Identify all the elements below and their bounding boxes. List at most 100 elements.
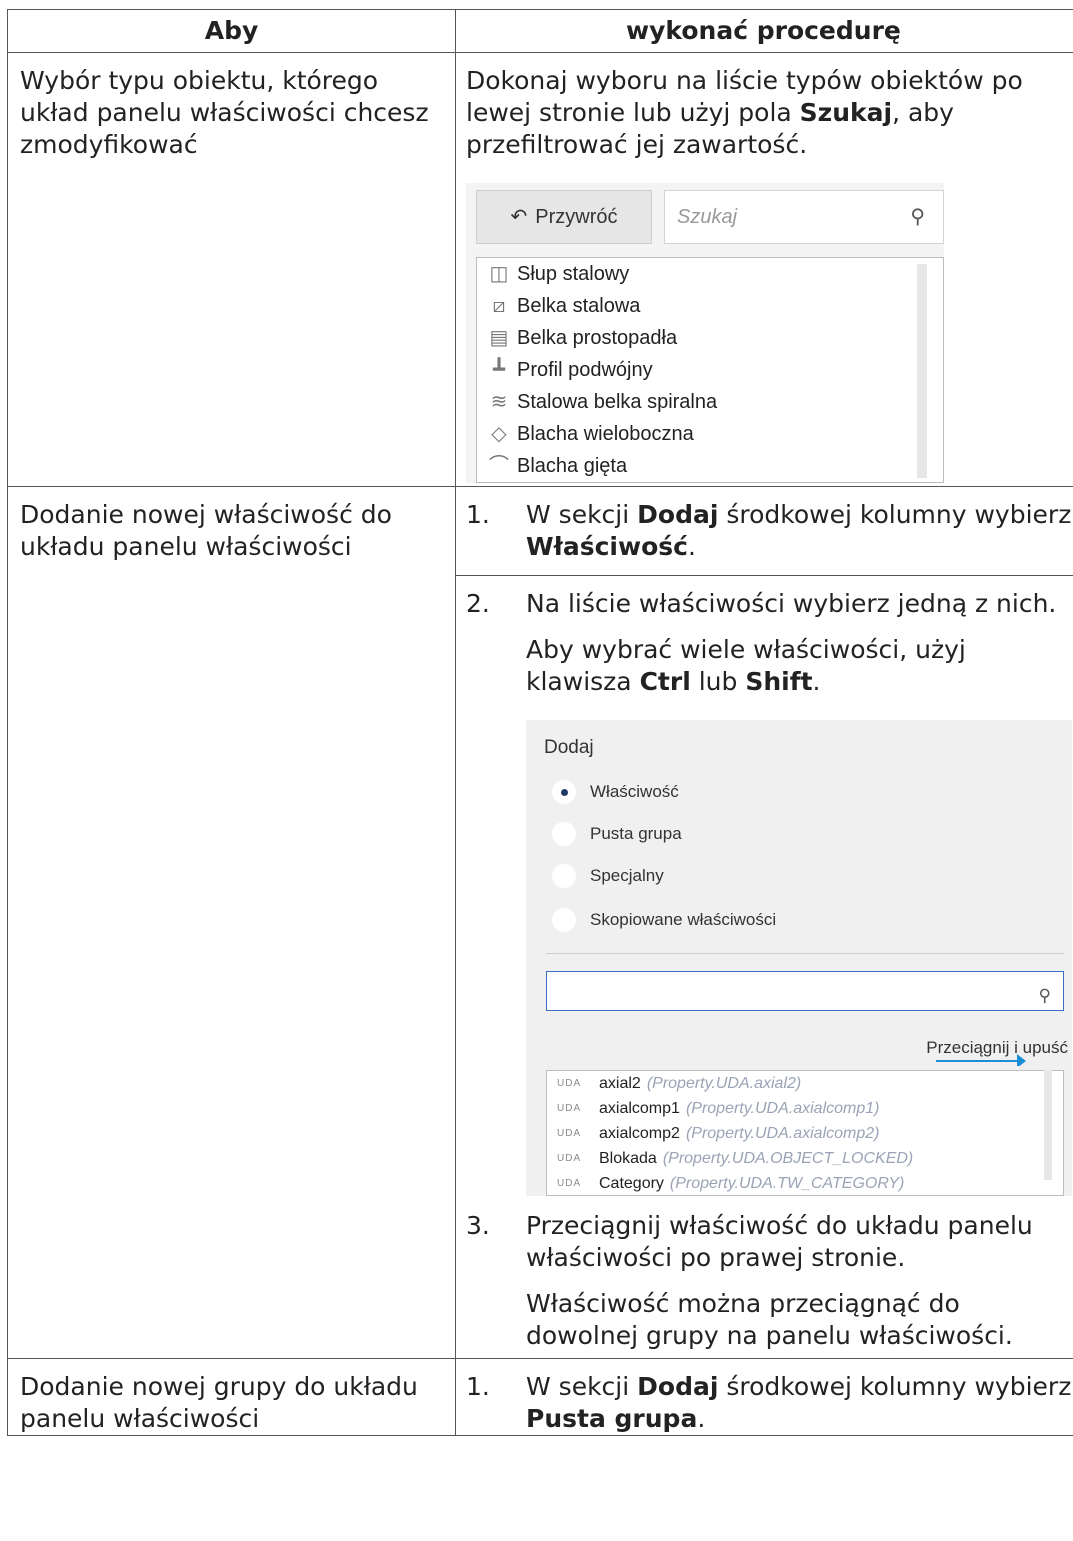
step-1: 1. W sekcji Dodaj środkowej kolumny wybi… bbox=[466, 499, 1073, 563]
radio-label: Skopiowane właściwości bbox=[590, 910, 777, 929]
uda-badge: UDA bbox=[557, 1177, 582, 1189]
step-2: 2. Na liście właściwości wybierz jedną z… bbox=[466, 588, 1073, 698]
property-search-input[interactable]: ⚲ bbox=[546, 971, 1064, 1011]
steel-column-icon: ◫ bbox=[489, 263, 509, 285]
note-bold-ctrl: Ctrl bbox=[639, 667, 691, 696]
property-name: Category bbox=[599, 1174, 664, 1192]
header-procedure: wykonać procedurę bbox=[455, 9, 1073, 53]
radio-property[interactable]: Właściwość bbox=[552, 776, 679, 808]
list-item[interactable]: ┻ Profil podwójny bbox=[477, 354, 943, 386]
step-1: 1. W sekcji Dodaj środkowej kolumny wybi… bbox=[466, 1371, 1073, 1435]
step-number: 1. bbox=[466, 500, 490, 529]
search-placeholder: Szukaj bbox=[677, 206, 738, 228]
step-bold-empty-group: Pusta grupa bbox=[526, 1404, 698, 1433]
bent-plate-icon: ⌒ bbox=[489, 455, 509, 477]
row3-procedure: 1. W sekcji Dodaj środkowej kolumny wybi… bbox=[455, 1358, 1073, 1436]
list-item-label: Profil podwójny bbox=[517, 359, 653, 381]
contour-plate-icon: ◇ bbox=[491, 423, 507, 445]
step-number: 1. bbox=[466, 1372, 490, 1401]
property-list: UDA axial2 (Property.UDA.axial2) UDA axialc… bbox=[546, 1070, 1064, 1196]
row2-procedure: 1. W sekcji Dodaj środkowej kolumny wybi… bbox=[455, 486, 1073, 1359]
step-content: Przeciągnij właściwość do układu panelu … bbox=[526, 1210, 1073, 1352]
step-text-d: . bbox=[697, 1404, 706, 1433]
radio-icon bbox=[552, 822, 576, 846]
step-text-a: W sekcji bbox=[526, 1372, 638, 1401]
step-note: Aby wybrać wiele właściwości, użyj klawi… bbox=[526, 634, 1066, 698]
list-item[interactable]: ▤ Belka prostopadła bbox=[477, 322, 943, 354]
list-item[interactable]: UDA Category (Property.UDA.TW_CATEGORY) bbox=[547, 1171, 1063, 1195]
row1-task: Wybór typu obiektu, którego układ panelu… bbox=[7, 52, 456, 487]
step-text-d: . bbox=[687, 532, 696, 561]
property-list-screenshot: UDA axial2 (Property.UDA.axial2) UDA axialc… bbox=[526, 1066, 1072, 1196]
orthogonal-beam-icon: ▤ bbox=[489, 327, 509, 349]
radio-label: Właściwość bbox=[590, 782, 679, 801]
object-type-list: ◫ Słup stalowy ⧄ Belka stalowa ▤ Belka pros… bbox=[476, 257, 944, 483]
dodaj-header: Dodaj bbox=[544, 737, 594, 758]
radio-label: Specjalny bbox=[590, 866, 664, 885]
step-number: 3. bbox=[466, 1211, 490, 1240]
table-header-row: Aby wykonać procedurę bbox=[7, 9, 1073, 53]
list-scrollbar[interactable] bbox=[1044, 1070, 1052, 1180]
step-bold-property: Właściwość bbox=[526, 532, 688, 561]
list-scrollbar[interactable] bbox=[917, 264, 927, 478]
header-aby: Aby bbox=[7, 9, 456, 53]
note-text-d: . bbox=[812, 667, 821, 696]
step-text-c: środkowej kolumny wybierz bbox=[718, 500, 1072, 529]
table-row: Wybór typu obiektu, którego układ panelu… bbox=[7, 52, 1073, 487]
row1-procedure: Dokonaj wyboru na liście typów obiektów … bbox=[455, 52, 1073, 487]
divider bbox=[456, 575, 1073, 576]
note-bold-shift: Shift bbox=[745, 667, 813, 696]
search-icon: ⚲ bbox=[910, 206, 925, 228]
procedure-table: Aby wykonać procedurę Wybór typu obiektu… bbox=[7, 9, 1073, 1436]
table-row: Dodanie nowej właściwość do układu panel… bbox=[7, 486, 1073, 1359]
radio-special[interactable]: Specjalny bbox=[552, 860, 664, 892]
step-content: Na liście właściwości wybierz jedną z ni… bbox=[526, 588, 1073, 698]
list-item[interactable]: ⧄ Belka stalowa bbox=[477, 290, 943, 322]
step-text-c: środkowej kolumny wybierz bbox=[718, 1372, 1072, 1401]
row1-instruction: Dokonaj wyboru na liście typów obiektów … bbox=[466, 65, 1073, 161]
twin-profile-icon: ┻ bbox=[492, 359, 506, 381]
list-item-label: Belka prostopadła bbox=[517, 327, 678, 349]
list-item-label: Blacha gięta bbox=[517, 455, 628, 477]
step-number: 2. bbox=[466, 589, 490, 618]
step-text: W sekcji Dodaj środkowej kolumny wybierz… bbox=[526, 499, 1073, 563]
dodaj-panel-screenshot: Dodaj Właściwość Pusta grupa Specjalny S… bbox=[526, 720, 1072, 1066]
list-item-label: Belka stalowa bbox=[517, 295, 641, 317]
radio-selected-icon bbox=[552, 780, 576, 804]
object-type-screenshot: ↶ Przywróć Szukaj ⚲ ◫ Słup stalowy ⧄ Belka… bbox=[466, 183, 944, 483]
search-input[interactable]: Szukaj ⚲ bbox=[664, 190, 944, 244]
row3-task: Dodanie nowej grupy do układu panelu wła… bbox=[7, 1358, 456, 1436]
step-3: 3. Przeciągnij właściwość do układu pane… bbox=[466, 1210, 1073, 1352]
step-text-a: W sekcji bbox=[526, 500, 638, 529]
restore-button[interactable]: ↶ Przywróć bbox=[476, 190, 652, 244]
table-row: Dodanie nowej grupy do układu panelu wła… bbox=[7, 1358, 1073, 1436]
list-item[interactable]: ◇ Blacha wieloboczna bbox=[477, 418, 943, 450]
search-icon: ⚲ bbox=[1038, 986, 1051, 1005]
divider bbox=[546, 953, 1064, 954]
list-item-label: Słup stalowy bbox=[517, 263, 630, 285]
row2-task-text: Dodanie nowej właściwość do układu panel… bbox=[20, 500, 392, 561]
radio-icon bbox=[552, 864, 576, 888]
radio-label: Pusta grupa bbox=[590, 824, 682, 843]
property-ref: (Property.UDA.TW_CATEGORY) bbox=[669, 1174, 905, 1192]
list-item[interactable]: ⌒ Blacha gięta bbox=[477, 450, 943, 482]
row1-task-text: Wybór typu obiektu, którego układ panelu… bbox=[20, 66, 429, 159]
step-text: Przeciągnij właściwość do układu panelu … bbox=[526, 1211, 1033, 1272]
list-item-label: Blacha wieloboczna bbox=[517, 423, 694, 445]
row1-bold-search: Szukaj bbox=[799, 98, 893, 127]
list-item-label: Stalowa belka spiralna bbox=[517, 391, 718, 413]
step-bold-dodaj: Dodaj bbox=[637, 1372, 719, 1401]
restore-label: Przywróć bbox=[535, 206, 618, 228]
list-item[interactable]: ≋ Stalowa belka spiralna bbox=[477, 386, 943, 418]
step-bold-dodaj: Dodaj bbox=[637, 500, 719, 529]
radio-icon bbox=[552, 908, 576, 932]
step-text: Na liście właściwości wybierz jedną z ni… bbox=[526, 589, 1057, 618]
radio-copied-properties[interactable]: Skopiowane właściwości bbox=[552, 904, 776, 936]
arrow-right-icon bbox=[936, 1054, 1026, 1066]
row2-task: Dodanie nowej właściwość do układu panel… bbox=[7, 486, 456, 1359]
restore-icon: ↶ bbox=[510, 206, 528, 228]
step-text: W sekcji Dodaj środkowej kolumny wybierz… bbox=[526, 1371, 1073, 1435]
row3-task-text: Dodanie nowej grupy do układu panelu wła… bbox=[20, 1372, 418, 1433]
list-item[interactable]: ◫ Słup stalowy bbox=[477, 258, 943, 290]
radio-empty-group[interactable]: Pusta grupa bbox=[552, 818, 682, 850]
